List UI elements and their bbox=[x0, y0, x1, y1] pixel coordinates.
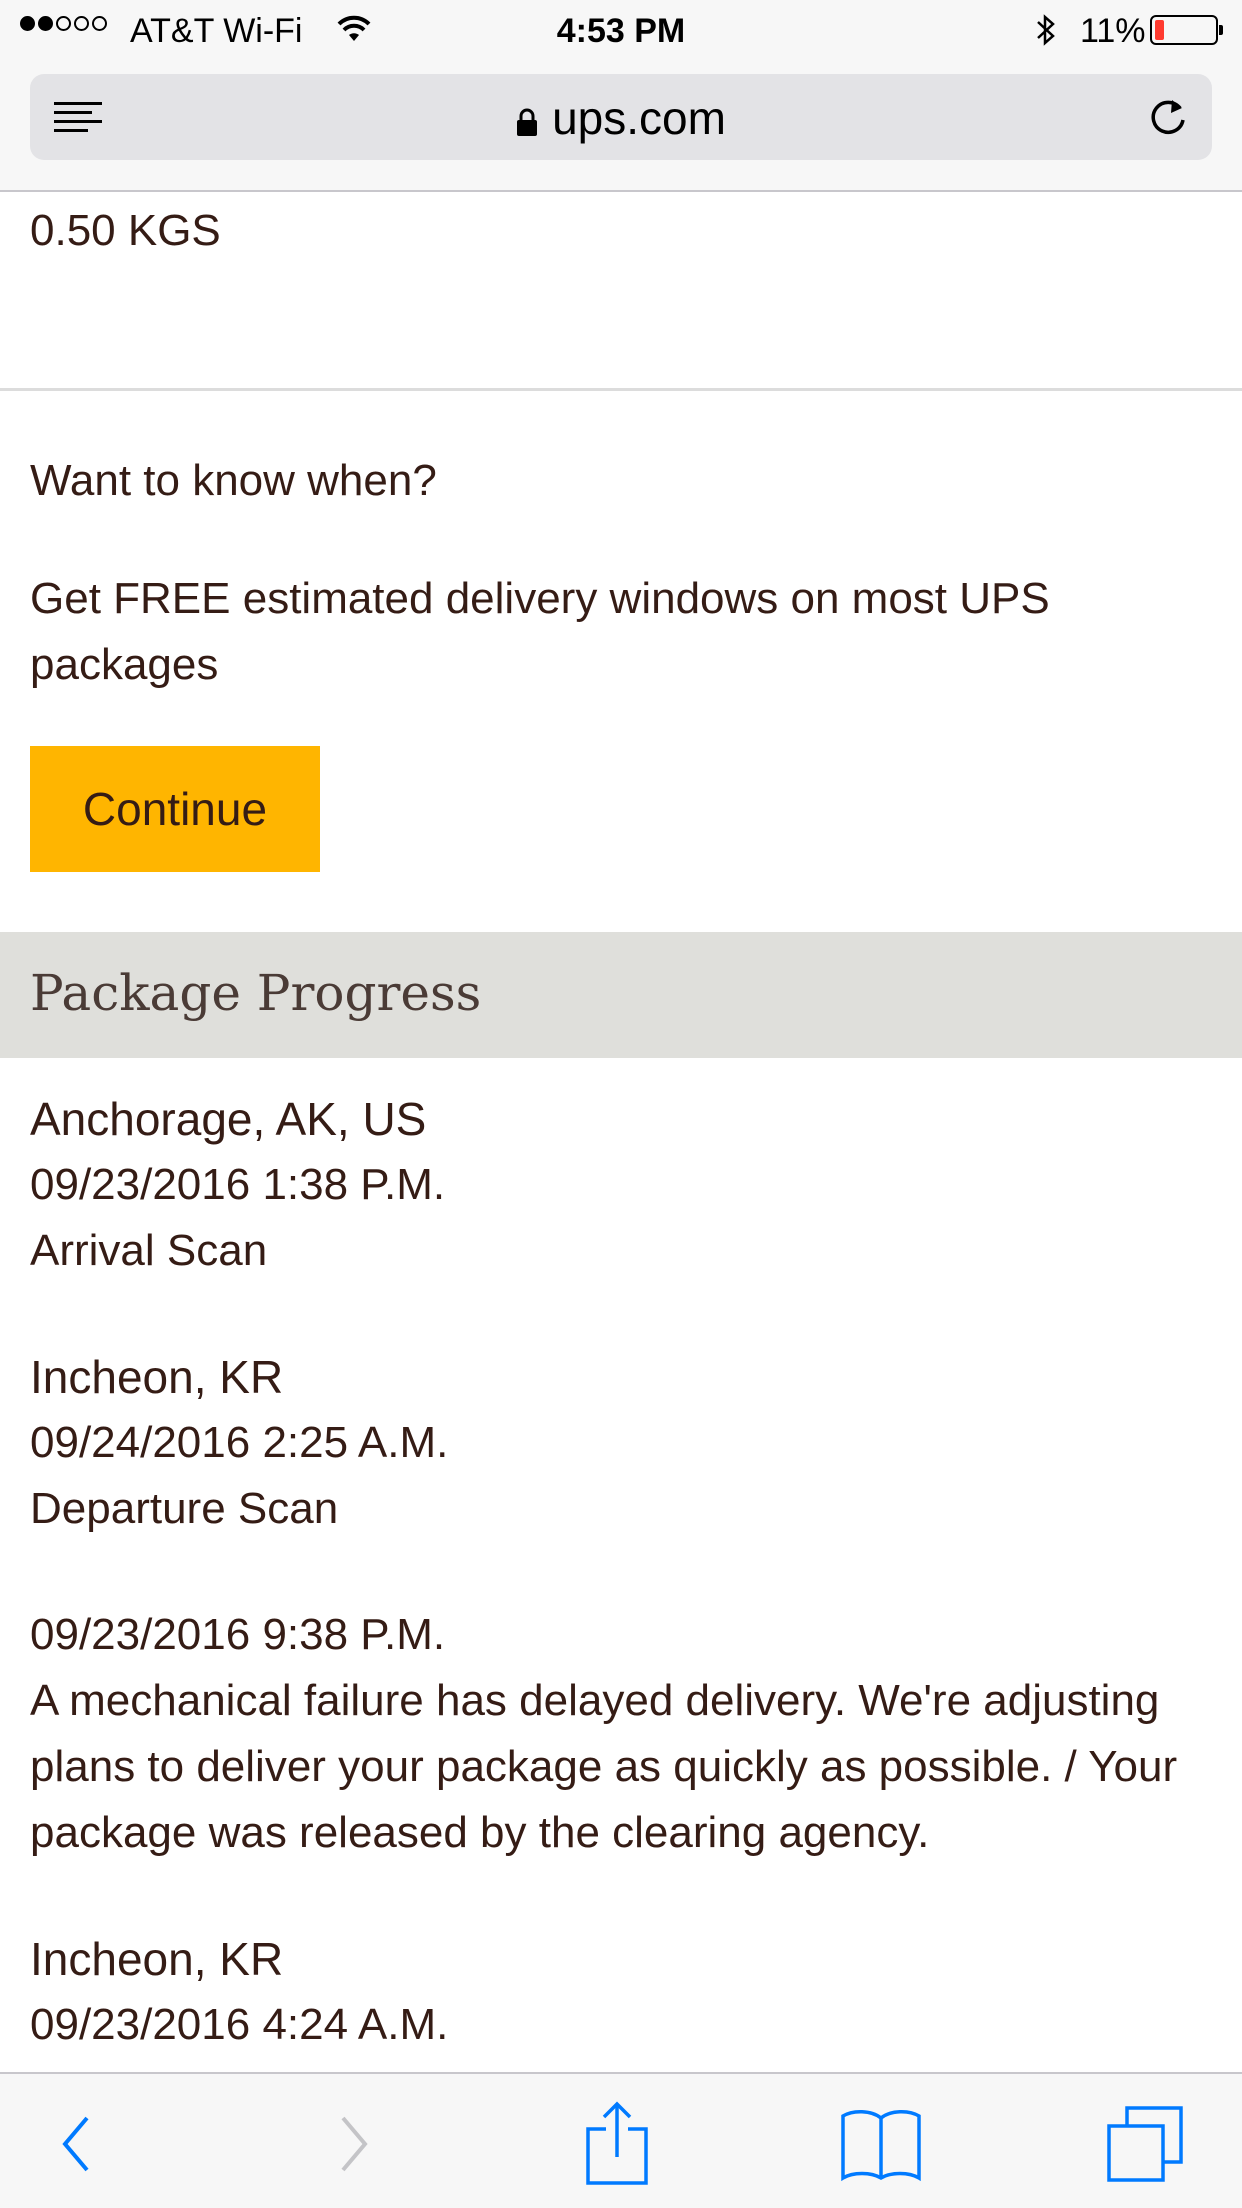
address-bar[interactable]: ups.com bbox=[30, 74, 1212, 160]
battery-percent: 11% bbox=[1080, 12, 1146, 50]
event-datetime: 09/24/2016 2:25 A.M. bbox=[30, 1418, 449, 1467]
event-activity: A mechanical failure has delayed deliver… bbox=[30, 1676, 1178, 1857]
package-progress-header[interactable]: Package Progress bbox=[0, 932, 1242, 1058]
lock-icon bbox=[517, 108, 538, 136]
event-datetime: 09/23/2016 1:38 P.M. bbox=[30, 1160, 446, 1209]
event-location: Incheon, KR bbox=[30, 1351, 284, 1403]
event-datetime: 09/23/2016 4:24 A.M. bbox=[30, 2000, 449, 2049]
browser-address-area: ups.com bbox=[0, 62, 1242, 192]
reload-icon[interactable] bbox=[1144, 94, 1192, 142]
event-activity: Departure Scan bbox=[30, 1484, 339, 1533]
event-datetime: 09/23/2016 9:38 P.M. bbox=[30, 1610, 446, 1659]
event-activity: A mechanical failure has delayed deliver… bbox=[30, 2058, 1220, 2072]
promo-heading: Want to know when? bbox=[30, 456, 437, 505]
promo-text: Get FREE estimated delivery windows on m… bbox=[30, 574, 1050, 689]
continue-button[interactable]: Continue bbox=[30, 746, 320, 872]
event-activity: Arrival Scan bbox=[30, 1226, 268, 1275]
progress-event: Incheon, KR 09/23/2016 4:24 A.M. A mecha… bbox=[30, 1926, 1220, 2072]
bookmarks-icon bbox=[841, 2110, 921, 2182]
forward-button[interactable] bbox=[308, 2104, 398, 2184]
browser-toolbar bbox=[0, 2072, 1242, 2208]
url-text: ups.com bbox=[552, 92, 726, 144]
bluetooth-icon bbox=[1037, 14, 1055, 46]
share-button[interactable] bbox=[572, 2101, 662, 2185]
back-icon bbox=[62, 2116, 89, 2172]
tabs-icon bbox=[1107, 2106, 1183, 2182]
forward-icon bbox=[341, 2116, 368, 2172]
share-icon bbox=[586, 2101, 648, 2185]
divider bbox=[0, 388, 1242, 391]
package-progress-title: Package Progress bbox=[30, 964, 482, 1022]
status-bar: AT&T Wi-Fi 4:53 PM 11% bbox=[0, 0, 1242, 62]
progress-event-list: Anchorage, AK, US 09/23/2016 1:38 P.M. A… bbox=[30, 1086, 1220, 2072]
progress-event: 09/23/2016 9:38 P.M. A mechanical failur… bbox=[30, 1602, 1220, 1866]
bookmarks-button[interactable] bbox=[836, 2104, 926, 2184]
back-button[interactable] bbox=[32, 2104, 122, 2184]
shipment-weight: 0.50 KGS bbox=[30, 206, 221, 255]
event-location: Anchorage, AK, US bbox=[30, 1093, 427, 1145]
event-location: Incheon, KR bbox=[30, 1933, 284, 1985]
progress-event: Incheon, KR 09/24/2016 2:25 A.M. Departu… bbox=[30, 1344, 1220, 1542]
battery-icon bbox=[1150, 15, 1223, 45]
tabs-button[interactable] bbox=[1100, 2104, 1190, 2184]
progress-event: Anchorage, AK, US 09/23/2016 1:38 P.M. A… bbox=[30, 1086, 1220, 1284]
